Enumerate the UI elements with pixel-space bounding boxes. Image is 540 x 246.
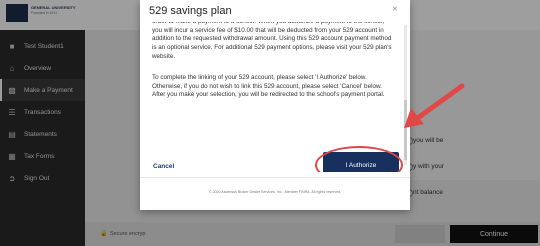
annotation-arrow <box>404 83 465 128</box>
arrow-shaft <box>412 83 465 123</box>
